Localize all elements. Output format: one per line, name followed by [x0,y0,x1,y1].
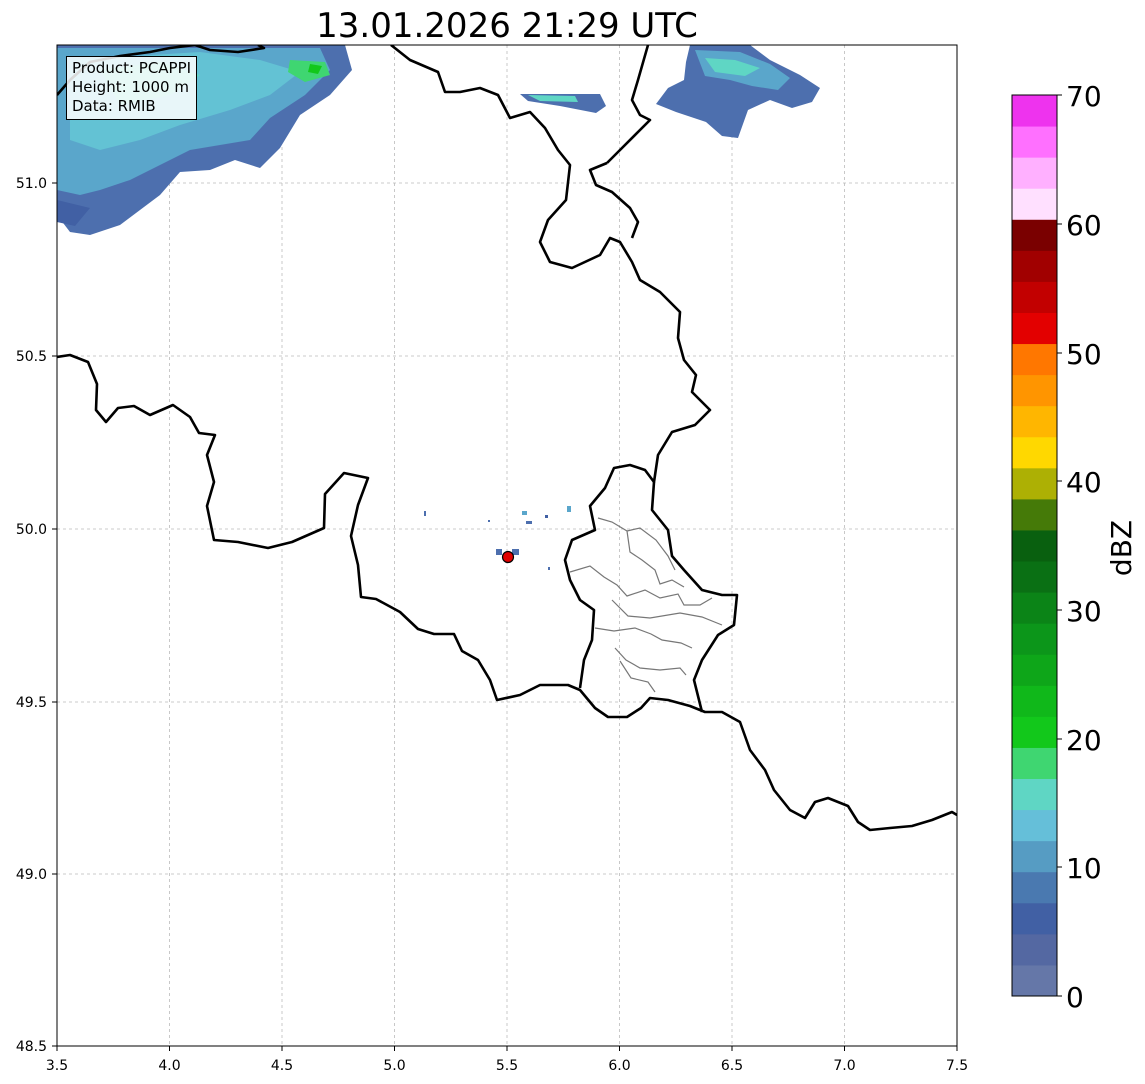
colorbar-segment [1012,126,1057,158]
colorbar-segment [1012,654,1057,686]
colorbar-tick-labels: 0 10 20 30 40 50 60 70 [1066,80,1102,1014]
y-axis-tick-labels: 48.5 49.0 49.5 50.0 50.5 51.0 [16,176,47,1055]
colorbar-tick-label: 20 [1066,724,1102,757]
colorbar-segment [1012,840,1057,873]
x-tick-label: 4.0 [158,1058,180,1074]
x-tick-label: 6.0 [608,1058,630,1074]
colorbar-segment [1012,95,1057,127]
x-tick-label: 5.0 [383,1058,405,1074]
colorbar-segment [1012,405,1057,438]
y-tick-label: 48.5 [16,1039,47,1055]
colorbar-segment [1012,374,1057,407]
radar-echo-northeast [656,45,820,138]
colorbar-tick-label: 40 [1066,466,1102,499]
x-tick-label: 6.5 [721,1058,743,1074]
x-tick-label: 4.5 [271,1058,293,1074]
y-tick-label: 49.5 [16,695,47,711]
colorbar-segment [1012,871,1057,904]
x-tick-label: 7.5 [946,1058,968,1074]
x-tick-label: 7.0 [833,1058,855,1074]
y-tick-label: 50.0 [16,522,47,538]
colorbar-segment [1012,498,1057,531]
colorbar-tick-label: 30 [1066,595,1102,628]
y-tick-label: 50.5 [16,349,47,365]
colorbar-segment [1012,250,1057,282]
colorbar-tick-label: 70 [1066,80,1102,113]
x-tick-label: 5.5 [496,1058,518,1074]
colorbar-segment [1012,623,1057,655]
colorbar-tick-label: 10 [1066,852,1102,885]
colorbar-segment [1012,436,1057,469]
colorbar-segment [1012,685,1057,717]
y-tick-label: 49.0 [16,867,47,883]
map-grid [57,45,957,1046]
axis-tick-marks [52,182,958,1051]
colorbar-tick-label: 50 [1066,338,1102,371]
colorbar-segment [1012,809,1057,842]
radar-map: 3.5 4.0 4.5 5.0 5.5 6.0 6.5 7.0 7.5 48.5… [16,44,1138,1074]
data-source-text: Data: RMIB [72,97,156,115]
radar-echo-north [520,94,606,113]
radar-site-marker [501,550,515,564]
height-text: Height: 1000 m [72,78,189,96]
product-info-box: Product: PCAPPI Height: 1000 m Data: RMI… [66,56,198,120]
colorbar-segment [1012,529,1057,562]
colorbar-segment [1012,219,1057,251]
radar-echo-clutter [424,506,571,570]
colorbar-segment [1012,933,1057,966]
x-tick-label: 3.5 [46,1058,68,1074]
colorbar-segment [1012,592,1057,624]
colorbar-tick-label: 0 [1066,981,1084,1014]
x-axis-tick-labels: 3.5 4.0 4.5 5.0 5.5 6.0 6.5 7.0 7.5 [46,1058,968,1074]
product-text: Product: PCAPPI [72,59,192,77]
colorbar-segment [1012,902,1057,935]
colorbar-tick-label: 60 [1066,209,1102,242]
colorbar-segment [1012,778,1057,811]
colorbar-segment [1012,157,1057,189]
colorbar-segment [1012,467,1057,500]
colorbar-segment [1012,561,1057,593]
colorbar-segment [1012,281,1057,313]
colorbar-segment [1012,716,1057,748]
colorbar-segment [1012,343,1057,376]
colorbar-segment [1012,312,1057,345]
colorbar-tick-marks [1057,94,1062,997]
colorbar-segment [1012,964,1057,997]
colorbar-label: dBZ [1105,520,1138,576]
colorbar-segment [1012,747,1057,780]
y-tick-label: 51.0 [16,176,47,192]
colorbar [1012,95,1057,997]
colorbar-segment [1012,188,1057,220]
